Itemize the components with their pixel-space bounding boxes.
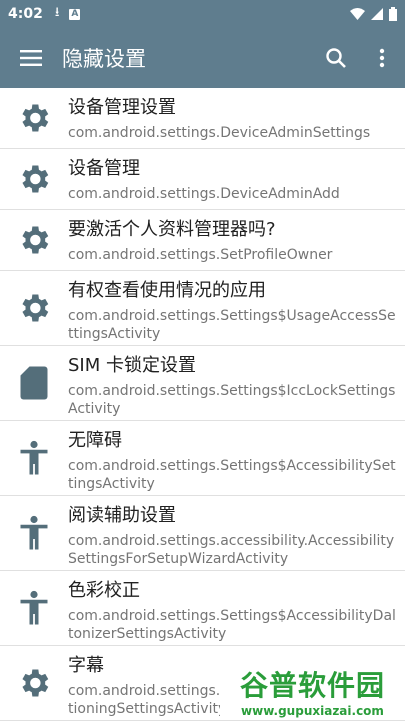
gear-icon bbox=[0, 149, 68, 209]
list-item-subtitle: com.android.settings.DeviceAdminAdd bbox=[68, 186, 340, 202]
watermark-title: 谷普软件园 bbox=[239, 668, 385, 702]
search-icon bbox=[326, 48, 346, 68]
list-item[interactable]: 无障碍 com.android.settings.Settings$Accessi… bbox=[0, 421, 405, 496]
watermark: 谷普软件园 www.gupuxiazai.com bbox=[220, 661, 405, 720]
search-button[interactable] bbox=[313, 28, 359, 88]
gear-icon bbox=[0, 271, 68, 345]
list-item-title: 要激活个人资料管理器吗? bbox=[68, 219, 276, 240]
battery-icon bbox=[389, 7, 397, 21]
page-title: 隐藏设置 bbox=[62, 47, 146, 71]
more-vert-icon bbox=[379, 48, 385, 68]
status-bar: 4:02 ⭳ A bbox=[0, 0, 405, 28]
accessibility-icon bbox=[0, 421, 68, 495]
overflow-menu-button[interactable] bbox=[359, 28, 405, 88]
list-item[interactable]: 要激活个人资料管理器吗? com.android.settings.SetProf… bbox=[0, 210, 405, 271]
list-item[interactable]: 阅读辅助设置 com.android.settings.accessibility… bbox=[0, 496, 405, 571]
menu-button[interactable] bbox=[0, 28, 62, 88]
list-item[interactable]: SIM 卡锁定设置 com.android.settings.Settings$I… bbox=[0, 346, 405, 421]
accessibility-icon bbox=[0, 496, 68, 570]
download-icon: ⭳ bbox=[54, 5, 60, 20]
list-item-subtitle: com.android.settings.Settings$Accessibil… bbox=[68, 608, 396, 642]
list-item[interactable]: 设备管理 com.android.settings.DeviceAdminAdd bbox=[0, 149, 405, 210]
signal-icon bbox=[371, 8, 383, 20]
list-item-subtitle: com.android.settings.Settings$IccLockSet… bbox=[68, 383, 396, 417]
list-item-title: 无障碍 bbox=[68, 430, 122, 451]
list-item-subtitle: com.android.settings.DeviceAdminSettings bbox=[68, 125, 371, 141]
watermark-url: www.gupuxiazai.com bbox=[241, 703, 384, 718]
gear-icon bbox=[0, 88, 68, 148]
list-item-title: 设备管理 bbox=[68, 158, 140, 179]
list-item-subtitle: com.android.settings.Settings$Accessibil… bbox=[68, 458, 396, 492]
gear-icon bbox=[0, 210, 68, 270]
list-item-subtitle: com.android.settings.accessibility.Acces… bbox=[68, 533, 395, 567]
list-item-subtitle: com.android.settings.SetProfileOwner bbox=[68, 247, 333, 263]
gear-icon bbox=[0, 646, 68, 720]
wifi-icon bbox=[350, 8, 365, 20]
list-item[interactable]: 设备管理设置 com.android.settings.DeviceAdminSe… bbox=[0, 88, 405, 149]
settings-list: 设备管理设置 com.android.settings.DeviceAdminSe… bbox=[0, 88, 405, 721]
list-item-title: 阅读辅助设置 bbox=[68, 505, 176, 526]
status-badge: A bbox=[69, 8, 81, 20]
list-item-subtitle: com.android.settings.Settings$UsageAcces… bbox=[68, 308, 396, 342]
list-item[interactable]: 有权查看使用情况的应用 com.android.settings.Settings… bbox=[0, 271, 405, 346]
list-item-title: 设备管理设置 bbox=[68, 97, 176, 118]
list-item-title: 色彩校正 bbox=[68, 580, 140, 601]
list-item[interactable]: 色彩校正 com.android.settings.Settings$Access… bbox=[0, 571, 405, 646]
app-toolbar: 隐藏设置 bbox=[0, 28, 405, 88]
sim-card-icon bbox=[0, 346, 68, 420]
list-item-title: SIM 卡锁定设置 bbox=[68, 355, 196, 376]
hamburger-icon bbox=[20, 50, 42, 66]
list-item-title: 有权查看使用情况的应用 bbox=[68, 280, 266, 301]
status-time: 4:02 bbox=[8, 6, 43, 22]
accessibility-icon bbox=[0, 571, 68, 645]
